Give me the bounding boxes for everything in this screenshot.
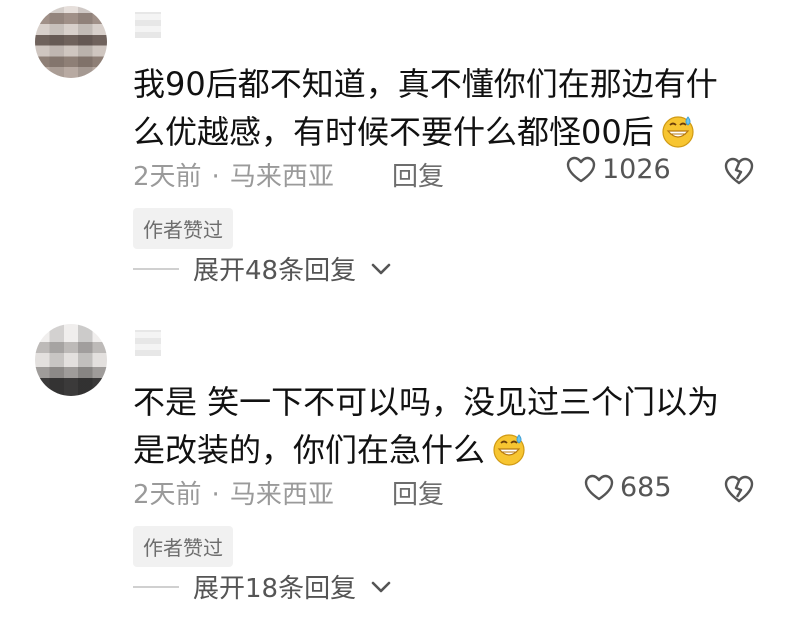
comment-meta: 2天前 · 马来西亚: [133, 474, 334, 511]
reply-button[interactable]: 回复: [392, 474, 444, 511]
comment-text: 不是 笑一下不可以吗，没见过三个门以为 是改装的，你们在急什么: [133, 378, 753, 474]
chevron-down-icon: [371, 263, 391, 274]
reply-button[interactable]: 回复: [392, 156, 444, 193]
broken-heart-icon[interactable]: [724, 156, 754, 186]
comment-text-line: 不是 笑一下不可以吗，没见过三个门以为: [133, 383, 720, 421]
expand-replies-button[interactable]: 展开48条回复: [133, 250, 392, 287]
author-liked-badge: 作者赞过: [133, 526, 233, 567]
username-blurred[interactable]: [135, 330, 161, 356]
comment-time: 2天前: [133, 162, 202, 192]
divider-line: [133, 585, 179, 588]
like-button[interactable]: 1026: [566, 154, 671, 185]
comment-text: 我90后都不知道，真不懂你们在那边有什 么优越感，有时候不要什么都怪00后: [133, 60, 753, 156]
avatar[interactable]: [35, 324, 107, 396]
username-blurred[interactable]: [135, 12, 161, 38]
author-liked-badge: 作者赞过: [133, 208, 233, 249]
sweat-grin-emoji: [662, 116, 694, 148]
heart-outline-icon: [584, 474, 614, 500]
comment-location: 马来西亚: [229, 480, 334, 510]
comment-text-line: 是改装的，你们在急什么: [133, 431, 486, 469]
expand-replies-label: 展开18条回复: [193, 574, 357, 604]
expand-replies-button[interactable]: 展开18条回复: [133, 568, 392, 605]
like-count: 685: [620, 472, 672, 503]
like-button[interactable]: 685: [584, 472, 672, 503]
expand-replies-label: 展开48条回复: [193, 256, 357, 286]
avatar[interactable]: [35, 6, 107, 78]
meta-separator: ·: [211, 480, 220, 510]
comment-location: 马来西亚: [229, 162, 334, 192]
broken-heart-icon[interactable]: [724, 474, 754, 504]
like-count: 1026: [602, 154, 671, 185]
divider-line: [133, 267, 179, 270]
comment-text-line: 么优越感，有时候不要什么都怪00后: [133, 113, 654, 151]
meta-separator: ·: [211, 162, 220, 192]
heart-outline-icon: [566, 156, 596, 182]
sweat-grin-emoji: [493, 434, 525, 466]
comment-meta: 2天前 · 马来西亚: [133, 156, 334, 193]
comment-text-line: 我90后都不知道，真不懂你们在那边有什: [133, 65, 718, 103]
chevron-down-icon: [371, 581, 391, 592]
comment-time: 2天前: [133, 480, 202, 510]
